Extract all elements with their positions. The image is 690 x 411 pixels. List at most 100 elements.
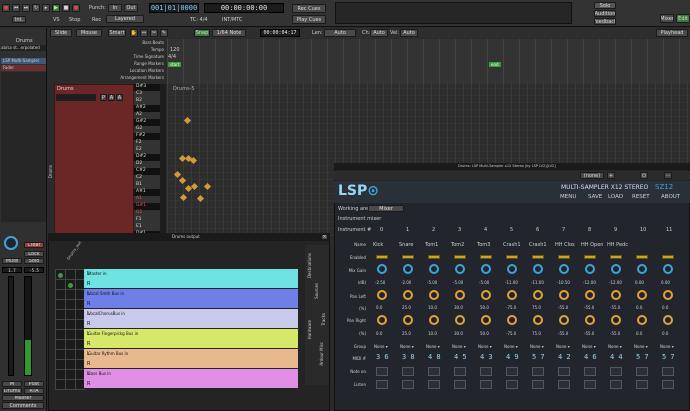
pan-right-knob[interactable]	[403, 315, 413, 325]
channel-enable[interactable]	[454, 255, 466, 259]
midi-note-value[interactable]: 4 6	[584, 353, 597, 361]
rec-cues-button[interactable]: Rec Cues	[292, 4, 326, 13]
solo-alert-button[interactable]: Solo	[594, 2, 616, 9]
midi-note-value[interactable]: 3 6	[376, 353, 389, 361]
pan-right-knob[interactable]	[585, 315, 595, 325]
connection-dot[interactable]	[58, 273, 63, 278]
load-button[interactable]: LOAD	[608, 194, 623, 200]
gain-knob[interactable]	[429, 264, 439, 274]
mute-button[interactable]: Mute	[2, 258, 22, 264]
group-select[interactable]: None ▾	[452, 344, 466, 349]
piano-key[interactable]: E1	[134, 224, 160, 231]
ch-select[interactable]: Auto	[370, 29, 388, 37]
reset-button[interactable]: RESET	[632, 194, 650, 200]
listen-button[interactable]	[480, 380, 492, 389]
group-select[interactable]: None ▾	[400, 344, 414, 349]
group-select[interactable]: None ▾	[660, 344, 674, 349]
listen-button[interactable]	[532, 380, 544, 389]
midi-note-value[interactable]: 3 8	[402, 353, 415, 361]
about-button[interactable]: ABOUT	[661, 194, 680, 200]
piano-key[interactable]: C2	[134, 175, 160, 182]
piano-key[interactable]: B2	[134, 98, 160, 105]
connection-dot[interactable]	[68, 283, 73, 288]
track-auto-button[interactable]: A	[116, 94, 123, 101]
listen-button[interactable]	[636, 380, 648, 389]
piano-key[interactable]: F1	[134, 217, 160, 224]
channel-enable[interactable]	[506, 255, 518, 259]
pan-right-knob[interactable]	[429, 315, 439, 325]
output-tab[interactable]: Ardour Misc	[319, 342, 324, 366]
preset-select[interactable]: (none)	[580, 172, 604, 179]
piano-key[interactable]: C#2	[134, 168, 160, 175]
fader-value[interactable]: 1.7	[2, 267, 22, 273]
master-button[interactable]: Master	[2, 395, 44, 401]
play-range-button[interactable]: ▸	[42, 4, 50, 12]
midi-note-value[interactable]: 4 5	[454, 353, 467, 361]
output-tab[interactable]: Tracks	[321, 313, 326, 326]
channel-enable[interactable]	[480, 255, 492, 259]
clear-button[interactable]: Clear	[24, 242, 44, 248]
group-select[interactable]: None ▾	[374, 344, 388, 349]
piano-key[interactable]: C3	[134, 91, 160, 98]
piano-key[interactable]: D#3	[134, 84, 160, 91]
midi-note-value[interactable]: 5 7	[636, 353, 649, 361]
channel-enable[interactable]	[376, 255, 388, 259]
rec-mode-select[interactable]: Layered	[106, 15, 144, 23]
bus-row[interactable]: Guitar Rythm Bus in	[84, 349, 298, 368]
gain-knob[interactable]	[455, 264, 465, 274]
track-rec-button[interactable]: A	[108, 94, 115, 101]
gain-knob[interactable]	[559, 264, 569, 274]
punch-out-button[interactable]: Out	[124, 4, 138, 12]
pan-left-knob[interactable]	[429, 290, 439, 300]
output-button[interactable]: Drums	[2, 388, 22, 394]
gain-knob[interactable]	[611, 264, 621, 274]
save-button[interactable]: SAVE	[588, 194, 602, 200]
output-tab[interactable]: Destinations	[307, 253, 312, 278]
piano-key[interactable]: A1	[134, 196, 160, 203]
pan-left-knob[interactable]	[559, 290, 569, 300]
gain-knob[interactable]	[481, 264, 491, 274]
listen-button[interactable]	[558, 380, 570, 389]
group-select[interactable]: None ▾	[556, 344, 570, 349]
listen-button[interactable]	[428, 380, 440, 389]
rta-button[interactable]: RTA	[24, 388, 44, 394]
pan-right-knob[interactable]	[455, 315, 465, 325]
end-marker[interactable]: end	[489, 62, 501, 67]
loop-button[interactable]: ↻	[32, 4, 40, 12]
bus-row[interactable]: Master in	[84, 269, 298, 288]
punch-in-button[interactable]: In	[108, 4, 122, 12]
pan-left-knob[interactable]	[611, 290, 621, 300]
trim-knob[interactable]	[4, 236, 18, 250]
midi-note-value[interactable]: 5 7	[662, 353, 675, 361]
menu-button[interactable]: MENU	[560, 194, 576, 200]
midi-note-value[interactable]: 5 7	[532, 353, 545, 361]
bus-row[interactable]: Guitar Fingerpickg Bus in	[84, 329, 298, 348]
pan-left-knob[interactable]	[377, 290, 387, 300]
gain-knob[interactable]	[637, 264, 647, 274]
play-button[interactable]: ▶	[52, 4, 60, 12]
pan-right-knob[interactable]	[559, 315, 569, 325]
plugin-menu-button[interactable]: ⋯	[664, 172, 672, 179]
solo-button[interactable]: Solo	[24, 258, 44, 264]
timecode-clock[interactable]: 00:00:00:00	[204, 3, 284, 13]
bypass-button[interactable]: ⏻	[640, 172, 648, 179]
ruler-timeline[interactable]	[167, 39, 690, 84]
output-tab[interactable]: Sources	[314, 283, 319, 299]
pan-left-knob[interactable]	[403, 290, 413, 300]
pan-left-knob[interactable]	[637, 290, 647, 300]
piano-key[interactable]: D#2	[134, 154, 160, 161]
piano-key[interactable]: D2	[134, 161, 160, 168]
pan-left-knob[interactable]	[663, 290, 673, 300]
fader[interactable]	[8, 276, 14, 376]
listen-button[interactable]	[454, 380, 466, 389]
bus-row[interactable]: Vocal Smth Bus in	[84, 289, 298, 308]
pan-left-knob[interactable]	[507, 290, 517, 300]
gain-knob[interactable]	[403, 264, 413, 274]
mini-timeline[interactable]	[335, 2, 572, 24]
listen-button[interactable]	[610, 380, 622, 389]
audition-button[interactable]: Audition	[594, 10, 616, 17]
grid-select[interactable]: 1/64 Note	[212, 29, 246, 37]
channel-enable[interactable]	[584, 255, 596, 259]
record-button[interactable]: ●	[2, 4, 10, 12]
pan-right-knob[interactable]	[533, 315, 543, 325]
